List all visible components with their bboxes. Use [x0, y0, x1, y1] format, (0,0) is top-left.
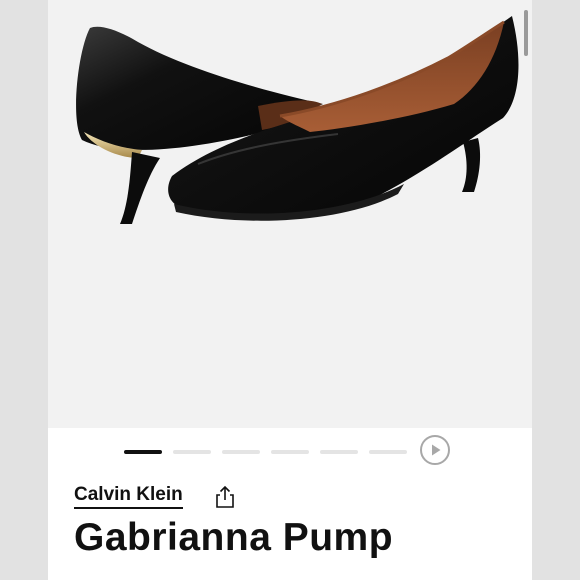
scrollbar[interactable] [524, 10, 528, 56]
play-video-button[interactable] [420, 435, 450, 465]
pager-dot-2[interactable] [173, 450, 211, 454]
left-margin [0, 0, 48, 580]
product-image[interactable] [48, 0, 532, 428]
pager-dot-1[interactable] [124, 450, 162, 454]
brand-link[interactable]: Calvin Klein [74, 484, 183, 509]
product-page: Calvin Klein Gabrianna Pump [48, 0, 532, 580]
pager-dot-5[interactable] [320, 450, 358, 454]
play-icon [432, 444, 441, 456]
share-icon[interactable] [214, 484, 236, 510]
product-title: Gabrianna Pump [74, 516, 394, 559]
pager-dot-3[interactable] [222, 450, 260, 454]
image-pager [48, 428, 532, 476]
shoe-illustration [76, 16, 519, 224]
right-margin [532, 0, 580, 580]
pager-dot-6[interactable] [369, 450, 407, 454]
pager-dot-4[interactable] [271, 450, 309, 454]
